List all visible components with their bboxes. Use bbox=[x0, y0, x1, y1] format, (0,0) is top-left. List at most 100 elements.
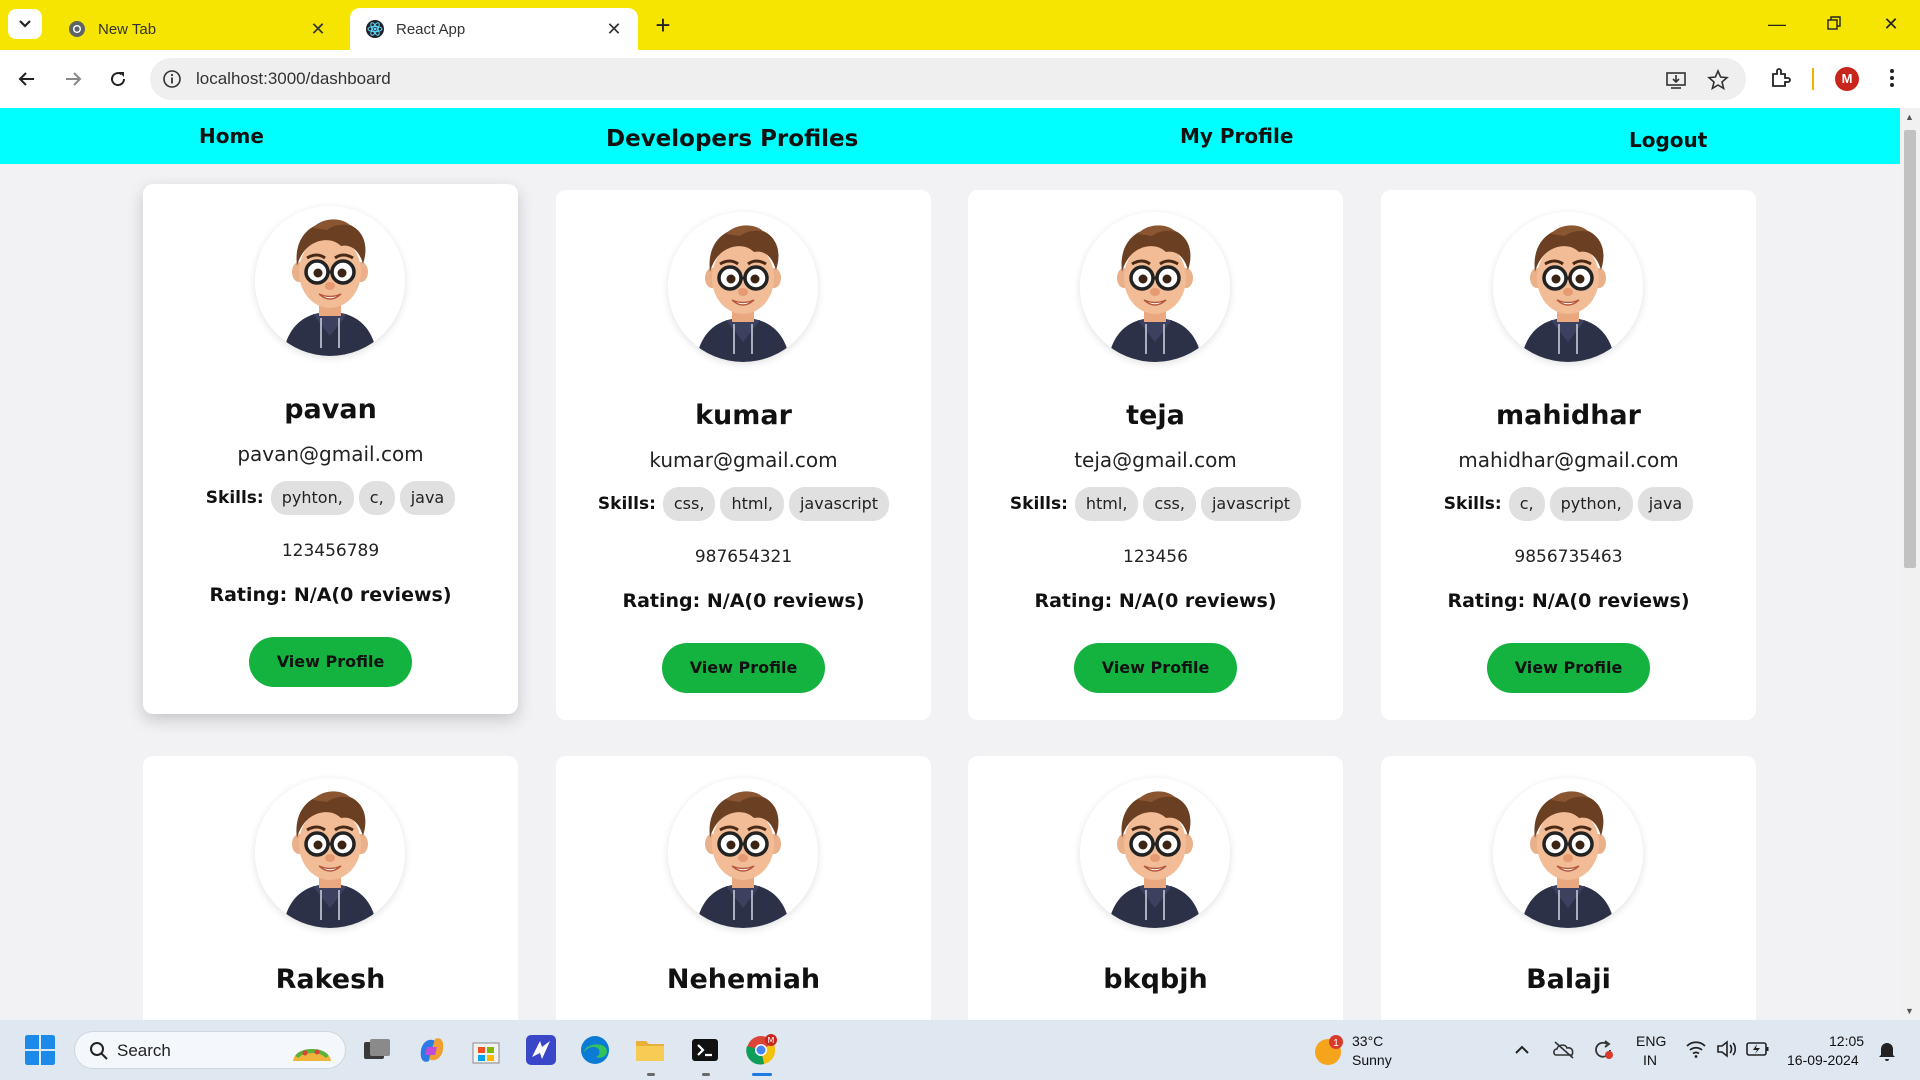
developer-avatar bbox=[255, 778, 405, 928]
tab-title: React App bbox=[396, 20, 466, 38]
site-info-icon[interactable] bbox=[162, 69, 182, 89]
new-tab-button[interactable]: + bbox=[650, 10, 676, 40]
scroll-down-arrow-icon[interactable]: ▼ bbox=[1905, 1006, 1914, 1016]
view-profile-button[interactable]: View Profile bbox=[1074, 643, 1237, 693]
edge-browser-icon[interactable] bbox=[578, 1033, 612, 1067]
developer-phone: 123456 bbox=[1123, 547, 1188, 567]
language-indicator[interactable]: ENG bbox=[1636, 1032, 1666, 1050]
developer-name: Rakesh bbox=[275, 964, 386, 995]
developer-rating: Rating: N/A(0 reviews) bbox=[1447, 590, 1690, 612]
developer-avatar bbox=[1493, 778, 1643, 928]
microsoft-store-icon[interactable] bbox=[469, 1033, 503, 1067]
developer-name: kumar bbox=[695, 400, 792, 431]
skill-chip: c, bbox=[1508, 487, 1545, 521]
bookmark-star-icon[interactable] bbox=[1707, 69, 1729, 91]
volume-icon[interactable] bbox=[1716, 1039, 1738, 1059]
developer-email: pavan@gmail.com bbox=[237, 442, 424, 466]
file-explorer-icon[interactable] bbox=[633, 1033, 667, 1067]
running-indicator bbox=[647, 1073, 655, 1076]
active-indicator bbox=[752, 1073, 772, 1076]
developer-avatar bbox=[255, 206, 405, 356]
wifi-icon[interactable] bbox=[1685, 1039, 1707, 1059]
skills-row: Skills: html, css, javascript bbox=[968, 487, 1343, 521]
developer-rating: Rating: N/A(0 reviews) bbox=[1034, 590, 1277, 612]
developer-name: Balaji bbox=[1526, 964, 1611, 995]
onedrive-offline-icon[interactable] bbox=[1552, 1039, 1576, 1061]
url-text: localhost:3000/dashboard bbox=[196, 69, 391, 88]
install-app-icon[interactable] bbox=[1665, 69, 1687, 91]
close-tab-icon[interactable]: ✕ bbox=[308, 19, 328, 40]
developer-name: Nehemiah bbox=[666, 964, 821, 995]
weather-description: Sunny bbox=[1352, 1052, 1392, 1068]
back-button[interactable] bbox=[12, 64, 42, 94]
profile-avatar[interactable]: M bbox=[1835, 67, 1859, 91]
copilot-icon[interactable] bbox=[415, 1033, 449, 1067]
app-navbar: Home Developers Profiles My Profile Logo… bbox=[0, 108, 1900, 164]
svg-text:M: M bbox=[768, 1036, 775, 1045]
sync-icon[interactable] bbox=[1591, 1038, 1615, 1062]
taco-search-highlight-icon bbox=[293, 1049, 331, 1061]
search-icon bbox=[90, 1042, 108, 1060]
nav-developers-profiles-link[interactable]: Developers Profiles bbox=[606, 126, 858, 152]
running-indicator bbox=[702, 1073, 710, 1076]
chevron-up-icon[interactable] bbox=[1512, 1040, 1532, 1060]
developer-card: mahidhar mahidhar@gmail.com Skills: c, p… bbox=[1381, 190, 1756, 720]
close-window-button[interactable]: ✕ bbox=[1871, 10, 1911, 38]
region-indicator[interactable]: IN bbox=[1643, 1051, 1657, 1069]
developer-card: pavan pavan@gmail.com Skills: pyhton, c,… bbox=[143, 184, 518, 714]
tab-title: New Tab bbox=[98, 20, 157, 38]
developer-email: kumar@gmail.com bbox=[649, 448, 838, 472]
tab-search-button[interactable] bbox=[8, 9, 42, 39]
clock-date[interactable]: 16-09-2024 bbox=[1787, 1051, 1859, 1069]
skill-chip: pyhton, bbox=[270, 481, 354, 515]
nav-my-profile-link[interactable]: My Profile bbox=[1180, 124, 1293, 148]
developer-rating: Rating: N/A(0 reviews) bbox=[622, 590, 865, 612]
visual-studio-code-icon[interactable] bbox=[524, 1033, 558, 1067]
battery-charging-icon[interactable] bbox=[1746, 1040, 1770, 1058]
forward-button[interactable] bbox=[58, 64, 88, 94]
address-bar[interactable]: localhost:3000/dashboard bbox=[150, 58, 1746, 100]
page-scrollbar[interactable]: ▲ ▼ bbox=[1900, 108, 1920, 1020]
skill-chip: javascript bbox=[788, 487, 890, 521]
developer-card: kumar kumar@gmail.com Skills: css, html,… bbox=[556, 190, 931, 720]
clock-time[interactable]: 12:05 bbox=[1829, 1032, 1864, 1050]
skill-chip: html, bbox=[720, 487, 784, 521]
developer-name: mahidhar bbox=[1496, 400, 1641, 431]
minimize-button[interactable]: — bbox=[1757, 10, 1797, 38]
developer-avatar bbox=[668, 212, 818, 362]
developer-phone: 123456789 bbox=[281, 541, 380, 561]
browser-tab-bar: New Tab ✕ React App ✕ + — ✕ bbox=[0, 0, 1920, 50]
developer-phone: 9856735463 bbox=[1514, 547, 1623, 567]
reload-button[interactable] bbox=[103, 64, 133, 94]
developer-email: mahidhar@gmail.com bbox=[1458, 448, 1679, 472]
developer-rating: Rating: N/A(0 reviews) bbox=[209, 584, 452, 606]
view-profile-button[interactable]: View Profile bbox=[249, 637, 412, 687]
scrollbar-thumb[interactable] bbox=[1904, 130, 1916, 568]
task-view-icon[interactable] bbox=[360, 1033, 394, 1067]
taskbar-search-box[interactable]: Search bbox=[74, 1031, 346, 1069]
developer-phone: 987654321 bbox=[694, 547, 793, 567]
close-tab-icon[interactable]: ✕ bbox=[604, 19, 624, 40]
windows-start-icon[interactable] bbox=[24, 1034, 56, 1066]
chrome-taskbar-icon[interactable]: M bbox=[744, 1033, 778, 1067]
tab-new-tab[interactable]: New Tab ✕ bbox=[52, 8, 342, 50]
developer-name: pavan bbox=[284, 394, 377, 425]
terminal-app-icon[interactable] bbox=[688, 1033, 722, 1067]
restore-button[interactable] bbox=[1814, 10, 1854, 38]
more-menu-icon[interactable] bbox=[1880, 66, 1904, 90]
notification-bell-icon[interactable] bbox=[1877, 1040, 1897, 1062]
developer-avatar bbox=[1080, 778, 1230, 928]
scroll-up-arrow-icon[interactable]: ▲ bbox=[1905, 112, 1914, 122]
skill-chip: javascript bbox=[1200, 487, 1302, 521]
skills-label: Skills: bbox=[1443, 494, 1502, 514]
skill-chip: java bbox=[1637, 487, 1694, 521]
developer-name: teja bbox=[1126, 400, 1185, 431]
view-profile-button[interactable]: View Profile bbox=[1487, 643, 1650, 693]
extensions-icon[interactable] bbox=[1768, 66, 1792, 90]
skills-label: Skills: bbox=[205, 488, 264, 508]
developer-email: teja@gmail.com bbox=[1074, 448, 1237, 472]
view-profile-button[interactable]: View Profile bbox=[662, 643, 825, 693]
tab-react-app[interactable]: React App ✕ bbox=[350, 8, 638, 50]
nav-logout-link[interactable]: Logout bbox=[1629, 128, 1707, 152]
nav-home-link[interactable]: Home bbox=[199, 124, 264, 148]
